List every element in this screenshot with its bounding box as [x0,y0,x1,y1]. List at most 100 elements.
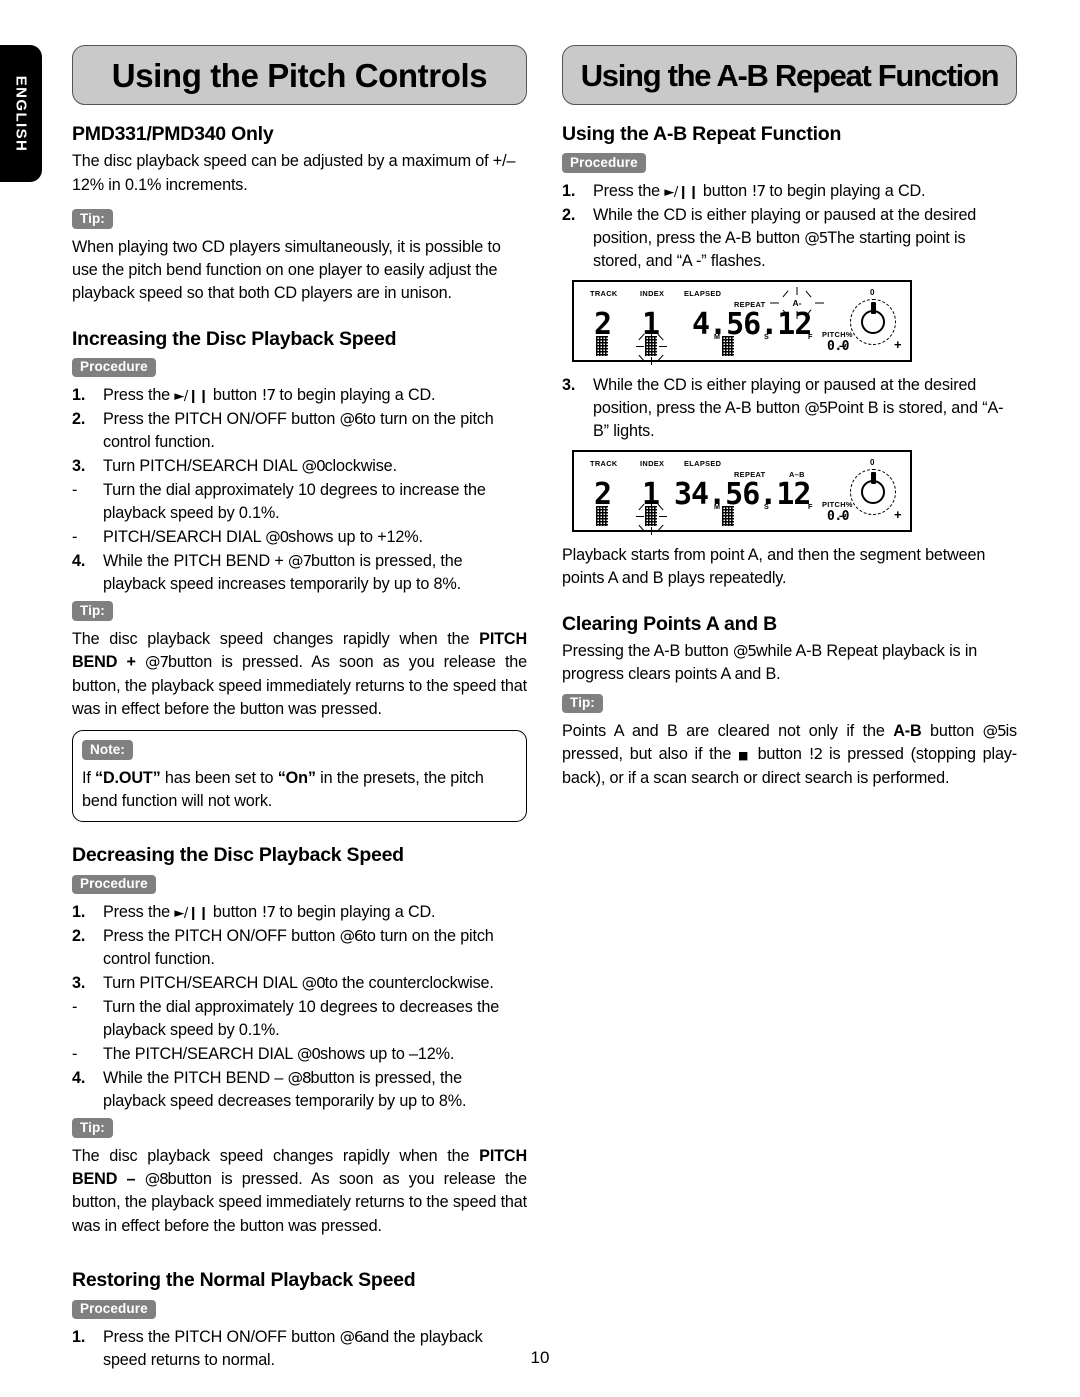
step-item: - PITCH/SEARCH DIAL @0shows up to +12%. [72,526,527,549]
ab-after-paragraph: Playback starts from point A, and then t… [562,545,986,588]
tip-badge: Tip: [72,209,113,229]
step-text-pre: While the PITCH BEND – [103,1069,288,1088]
step-text-post: to begin playing a CD. [275,903,436,922]
heading-decreasing: Decreasing the Disc Playback Speed [72,844,404,867]
note-text-a: If [82,768,96,787]
note-badge-row: Note: [82,737,517,764]
lcd-time-value: 4.56.12 [692,306,812,342]
tip-paragraph-decreasing: The disc playback speed changes rapidly … [72,1145,527,1238]
ref-marker: @8 [144,1170,169,1189]
lcd-label-track: TRACK [590,458,618,468]
tip-badge: Tip: [562,693,603,714]
procedure-badge-row-restoring: Procedure [72,1297,527,1324]
procedure-badge: Procedure [72,1299,156,1320]
lcd-segment-block-track [596,335,608,356]
lcd-label-index: INDEX [640,458,665,468]
ref-marker: !7 [261,386,276,405]
tip-text-b: button [921,722,983,741]
lcd-unit-minutes: M [714,501,720,511]
procedure-badge-row-ab: Procedure [562,150,1017,177]
ref-marker: !2 [808,745,824,764]
lcd-segment-block-index-blinking [636,328,667,365]
tip-paragraph-1: When playing two CD players simultaneous… [72,237,501,303]
step-text-post: to begin playing a CD. [765,181,926,200]
procedure-badge: Procedure [72,357,156,378]
step-text-post: shows up to –12%. [319,1045,455,1064]
heading-increasing: Increasing the Disc Playback Speed [72,327,397,350]
tip-text-a: The disc playback speed changes rapidly … [72,629,480,648]
step-item: 2. Press the PITCH ON/OFF button @6to tu… [72,408,527,454]
step-dash: - [72,528,78,547]
step-text-pre: Press the [103,903,175,922]
step-text: While the PITCH BEND – @8button is press… [103,1067,527,1113]
page-number: 10 [530,1348,550,1367]
lcd-dial-minus: – [839,507,847,523]
step-number: 1. [72,903,86,922]
step-text: Press the ►/❙❙ button !7 to begin playin… [103,901,527,924]
ref-marker: @7 [145,653,169,672]
step-text-pre: Press the [103,386,175,405]
tip-badge-row-increasing: Tip: [72,598,527,625]
step-text-pre: Press the PITCH ON/OFF button [103,927,340,946]
ref-marker: @6 [339,410,364,429]
step-dash: - [72,1045,78,1064]
step-number: 4. [72,1069,86,1088]
ref-marker: !7 [751,181,766,200]
intro-paragraph: The disc playback speed can be adjusted … [72,152,516,194]
step-text: Press the PITCH ON/OFF button @6to turn … [103,408,527,454]
step-text: While the PITCH BEND + @7button is press… [103,550,527,596]
tip-badge-row-1: Tip: [72,206,527,233]
note-text-b: has been set to [160,768,278,787]
left-column: Using the Pitch Controls PMD331/PMD340 O… [72,45,527,1373]
step-text: Turn the dial approximately 10 degrees t… [103,998,500,1040]
lcd-segment-block-elapsed [722,335,734,356]
step-number: 1. [562,181,576,200]
lcd-label-pitch-percent: PITCH% [822,329,853,339]
lcd-dial-zero-label: 0 [870,457,875,467]
step-dash: - [72,481,78,500]
lcd-dial-needle [870,301,876,314]
manual-page: Using the Pitch Controls PMD331/PMD340 O… [0,0,1080,1397]
heading-clearing-points: Clearing Points A and B [562,612,777,635]
note-paragraph: If “D.OUT” has been set to “On” in the p… [82,767,517,814]
step-number: 1. [72,386,86,405]
play-pause-icon: ►/❙❙ [174,906,209,922]
ref-marker: @5 [804,228,828,247]
note-text-bold-dout: “D.OUT” [95,768,161,787]
step-text: Turn the dial approximately 10 degrees t… [103,481,486,523]
lcd-time-value: 34.56.12 [674,476,811,512]
step-dash: - [72,998,78,1017]
lcd-label-track: TRACK [590,288,618,298]
step-text: Press the ►/❙❙ button !7 to begin playin… [103,384,527,407]
tip-text-a: The disc playback speed changes rapidly … [72,1146,480,1165]
ref-marker: @0 [301,457,326,476]
ref-marker: @5 [732,641,757,660]
ref-marker: @0 [265,528,289,547]
step-text-post: shows up to +12%. [288,528,423,547]
step-text: Turn PITCH/SEARCH DIAL @0clockwise. [103,455,527,478]
step-item: - Turn the dial approximately 10 degrees… [72,479,527,525]
lcd-label-pitch-percent: PITCH% [822,499,853,509]
procedure-badge: Procedure [72,874,156,895]
step-text: The PITCH/SEARCH DIAL @0shows up to –12%… [103,1043,527,1066]
play-pause-icon: ►/❙❙ [664,184,699,200]
step-text-pre: Press the PITCH ON/OFF button [103,1328,340,1347]
step-text: Press the PITCH ON/OFF button @6to turn … [103,925,527,971]
play-pause-icon: ►/❙❙ [174,389,209,405]
lcd-unit-frames: F [808,501,813,511]
step-text-mid: button [208,903,262,922]
right-column: Using the A-B Repeat Function Using the … [562,45,1017,799]
step-text-pre: The PITCH/SEARCH DIAL [103,1045,297,1064]
procedure-badge-row-increasing: Procedure [72,355,527,382]
tip-paragraph-increasing: The disc playback speed changes rapidly … [72,628,527,721]
ref-marker: @6 [339,1328,364,1347]
step-number: 2. [72,410,86,429]
step-item: - Turn the dial approximately 10 degrees… [72,996,527,1042]
step-item: 3. Turn PITCH/SEARCH DIAL @0clockwise. [72,455,527,478]
tip-badge-row-clearing: Tip: [562,691,1017,718]
ref-marker: @6 [339,927,364,946]
note-badge: Note: [82,740,133,760]
ref-marker: @0 [301,974,326,993]
note-box: Note: If “D.OUT” has been set to “On” in… [72,730,527,823]
step-number: 3. [562,375,576,394]
